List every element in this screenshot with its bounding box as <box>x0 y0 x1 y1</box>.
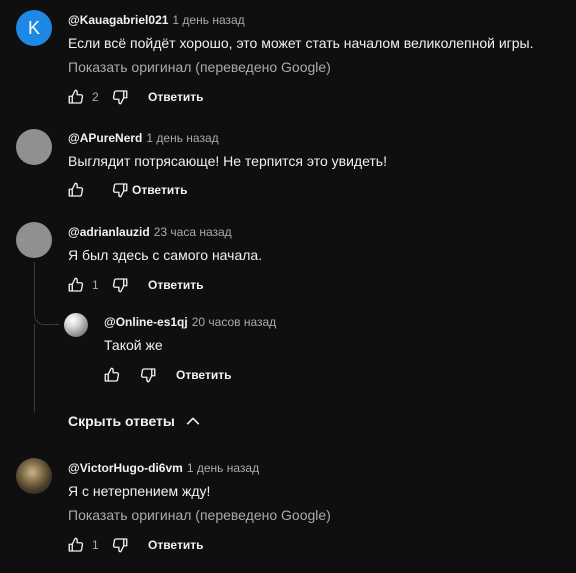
dislike-icon[interactable] <box>110 180 130 200</box>
reply-button[interactable]: Ответить <box>148 90 203 104</box>
comment-text: Я с нетерпением жду! <box>68 483 211 499</box>
comment-actions: 2 Ответить <box>66 87 203 107</box>
like-icon[interactable] <box>66 535 86 555</box>
thread-line <box>34 324 35 412</box>
reply-button[interactable]: Ответить <box>148 538 203 552</box>
like-count: 1 <box>92 278 99 292</box>
comment-author[interactable]: @adrianlauzid <box>68 225 150 239</box>
comment-time[interactable]: 1 день назад <box>172 13 244 27</box>
dislike-icon[interactable] <box>110 535 130 555</box>
like-count: 1 <box>92 538 99 552</box>
comments-section: K @Kauagabriel021 1 день назад Если всё п… <box>0 0 576 573</box>
comment-text: Я был здесь с самого начала. <box>68 247 263 263</box>
reply-header: @Online-es1qj 20 часов назад <box>104 315 276 329</box>
thread-branch <box>34 300 59 325</box>
avatar[interactable]: K <box>16 10 52 46</box>
like-icon[interactable] <box>66 180 86 200</box>
comment-time[interactable]: 1 день назад <box>187 461 259 475</box>
comment-header: @VictorHugo-di6vm 1 день назад <box>68 461 259 475</box>
comment-time[interactable]: 1 день назад <box>146 131 218 145</box>
reply-button[interactable]: Ответить <box>132 183 187 197</box>
reply-author[interactable]: @Online-es1qj <box>104 315 188 329</box>
reply-time[interactable]: 20 часов назад <box>192 315 276 329</box>
avatar[interactable] <box>16 458 52 494</box>
comment-text: Если всё пойдёт хорошо, это может стать … <box>68 35 534 51</box>
dislike-icon[interactable] <box>110 87 130 107</box>
show-original-link[interactable]: Показать оригинал (переведено Google) <box>68 59 331 75</box>
avatar-letter: K <box>27 17 40 38</box>
like-icon[interactable] <box>102 365 122 385</box>
dislike-icon[interactable] <box>138 365 158 385</box>
comment-author[interactable]: @Kauagabriel021 <box>68 13 168 27</box>
comment-actions: 1 Ответить <box>66 535 203 555</box>
reply-avatar[interactable] <box>64 313 88 337</box>
reply-button[interactable]: Ответить <box>148 278 203 292</box>
like-icon[interactable] <box>66 275 86 295</box>
like-count: 2 <box>92 90 99 104</box>
avatar[interactable] <box>16 129 52 165</box>
like-icon[interactable] <box>66 87 86 107</box>
dislike-icon[interactable] <box>110 275 130 295</box>
comment-actions: 1 Ответить <box>66 275 203 295</box>
reply-text: Такой же <box>104 337 163 353</box>
hide-replies-label: Скрыть ответы <box>68 413 175 429</box>
chevron-up-icon <box>175 413 201 429</box>
comment-text: Выглядит потрясающе! Не терпится это уви… <box>68 153 387 169</box>
reply-button[interactable]: Ответить <box>176 368 231 382</box>
comment-author[interactable]: @APureNerd <box>68 131 142 145</box>
avatar[interactable] <box>16 222 52 258</box>
comment-author[interactable]: @VictorHugo-di6vm <box>68 461 183 475</box>
comment-actions: Ответить <box>66 180 187 200</box>
comment-time[interactable]: 23 часа назад <box>154 225 232 239</box>
comment-header: @adrianlauzid 23 часа назад <box>68 225 232 239</box>
reply-actions: Ответить <box>102 365 231 385</box>
show-original-link[interactable]: Показать оригинал (переведено Google) <box>68 507 331 523</box>
comment-header: @APureNerd 1 день назад <box>68 131 219 145</box>
comment-header: @Kauagabriel021 1 день назад <box>68 13 245 27</box>
hide-replies-button[interactable]: Скрыть ответы <box>68 413 201 429</box>
